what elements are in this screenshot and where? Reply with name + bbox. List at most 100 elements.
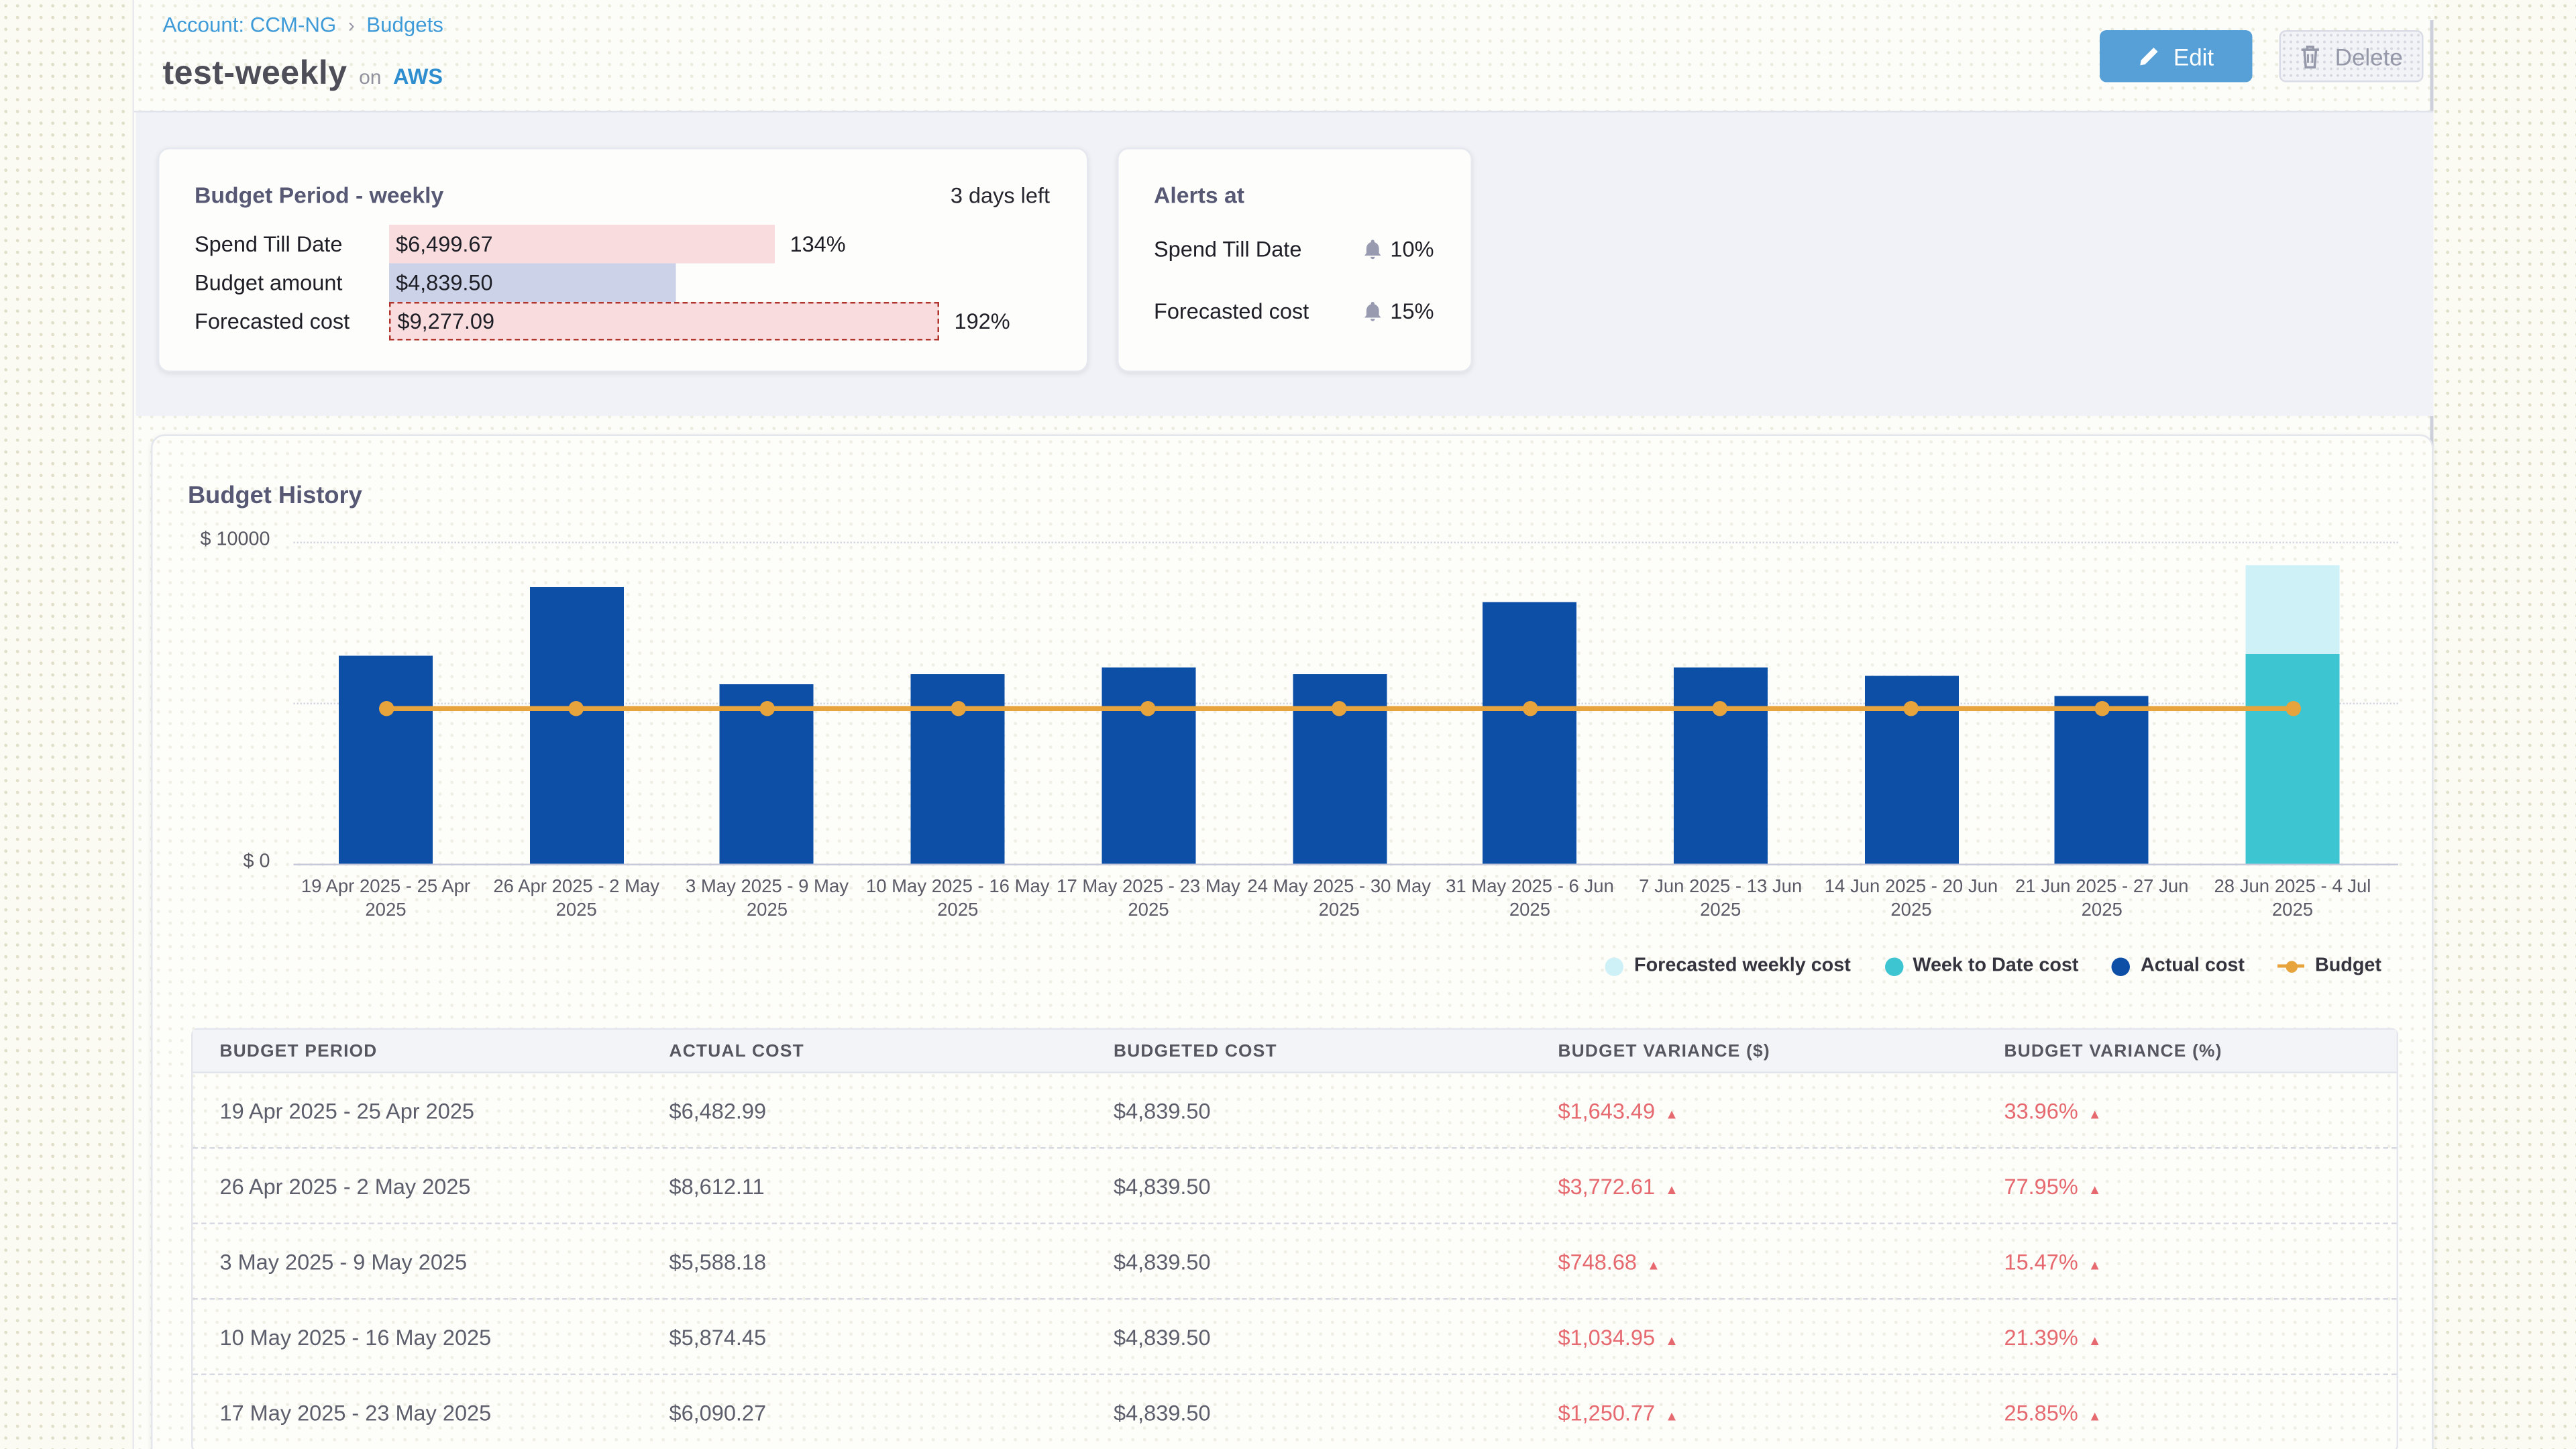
table-row: 17 May 2025 - 23 May 2025$6,090.27$4,839… [193,1375,2397,1449]
x-axis-label: 26 Apr 2025 - 2 May 2025 [478,875,676,922]
cell-budget-variance-pct: 15.47%▲ [1978,1248,2400,1274]
legend-item[interactable]: Week to Date cost [1884,956,2079,976]
cell-budget-period: 10 May 2025 - 16 May 2025 [193,1324,643,1350]
budget-period-row: Spend Till Date$6,499.67134% [160,225,1087,264]
alert-row: Forecasted cost15% [1154,299,1434,324]
week-to-date-cost-bar[interactable] [2246,655,2340,864]
budget-period-row-value: $4,839.50 [389,270,493,296]
budget-period-row-label: Forecasted cost [195,309,350,334]
variance-up-arrow-icon: ▲ [1665,1181,1678,1197]
variance-up-arrow-icon: ▲ [1665,1332,1678,1348]
actual-cost-bar[interactable] [1674,667,1768,863]
x-axis-label: 31 May 2025 - 6 Jun 2025 [1431,875,1629,922]
budget-line-point[interactable] [1522,700,1538,716]
alerts-card: Alerts at Spend Till Date10% Forecasted c… [1117,148,1472,372]
cell-budget-variance-usd: $1,034.95▲ [1532,1324,1978,1350]
x-axis-label: 28 Jun 2025 - 4 Jul 2025 [2194,875,2392,922]
cell-budget-variance-pct: 25.85%▲ [1978,1401,2400,1426]
cell-budget-variance-pct: 33.96%▲ [1978,1097,2400,1123]
content-panel: Account: CCM-NG › Budgets test-weekly on… [133,0,2434,1449]
page: Account: CCM-NG › Budgets test-weekly on… [0,0,2576,1449]
cell-actual-cost: $5,874.45 [643,1324,1087,1350]
x-axis-label: 17 May 2025 - 23 May 2025 [1049,875,1247,922]
budget-period-row-label: Budget amount [195,270,342,296]
budget-history-table: BUDGET PERIODACTUAL COSTBUDGETED COSTBUD… [191,1028,2398,1449]
variance-up-arrow-icon: ▲ [2088,1257,2102,1273]
variance-up-arrow-icon: ▲ [1647,1257,1660,1273]
alert-threshold-value: 15% [1390,299,1434,324]
budget-period-row-bar: $9,277.09 [389,302,939,341]
actual-cost-bar[interactable] [1483,601,1576,863]
summary-band: Budget Period - weekly 3 days left Spend… [136,113,2434,417]
variance-up-arrow-icon: ▲ [1665,1106,1678,1122]
chart-legend: Forecasted weekly cost Week to Date cost A… [1606,956,2381,976]
table-row: 3 May 2025 - 9 May 2025$5,588.18$4,839.5… [193,1224,2397,1300]
table-column-header: BUDGET VARIANCE ($) [1532,1040,1978,1061]
alert-row: Spend Till Date10% [1154,237,1434,262]
budget-line-point[interactable] [1332,700,1347,716]
bell-icon [1363,301,1382,321]
variance-up-arrow-icon: ▲ [2088,1181,2102,1197]
cell-budgeted-cost: $4,839.50 [1087,1248,1532,1274]
breadcrumb-account-link[interactable]: Account: CCM-NG [163,13,337,37]
legend-dot-icon [1606,957,1625,975]
y-axis-label-zero: $ 0 [166,852,270,872]
days-left-label: 3 days left [951,183,1050,209]
edit-button-label: Edit [2174,43,2214,70]
cell-budget-period: 17 May 2025 - 23 May 2025 [193,1401,643,1426]
actual-cost-bar[interactable] [2055,696,2149,864]
legend-label: Week to Date cost [1913,956,2078,976]
budget-period-row: Forecasted cost$9,277.09192% [160,302,1087,341]
budget-line-point[interactable] [759,700,775,716]
table-column-header: BUDGETED COST [1087,1040,1532,1061]
table-column-header: BUDGET PERIOD [193,1040,643,1061]
cell-budgeted-cost: $4,839.50 [1087,1324,1532,1350]
budget-period-row-label: Spend Till Date [195,231,342,257]
actual-cost-bar[interactable] [1102,667,1195,863]
legend-label: Actual cost [2141,956,2245,976]
budget-history-card: Budget History $ 10000 $ 0 19 Apr 2025 - 2… [151,435,2434,1449]
table-row: 19 Apr 2025 - 25 Apr 2025$6,482.99$4,839… [193,1073,2397,1149]
table-column-header: BUDGET VARIANCE (%) [1978,1040,2400,1061]
actual-cost-bar[interactable] [339,655,433,863]
x-axis-label: 14 Jun 2025 - 20 Jun 2025 [1812,875,2010,922]
actual-cost-bar[interactable] [529,586,623,863]
legend-dot-icon [1884,957,1903,975]
alert-row-label: Spend Till Date [1154,237,1301,262]
budget-period-card-title: Budget Period - weekly [195,183,443,209]
x-axis-line [294,864,2399,866]
cell-actual-cost: $8,612.11 [643,1173,1087,1199]
y-axis-label-max: $ 10000 [166,530,270,550]
legend-item[interactable]: Actual cost [2112,956,2245,976]
variance-up-arrow-icon: ▲ [1665,1409,1678,1424]
cell-actual-cost: $6,482.99 [643,1097,1087,1123]
gridline-10000 [294,542,2399,544]
budget-period-row-bar: $4,839.50 [389,264,676,303]
cell-budget-period: 19 Apr 2025 - 25 Apr 2025 [193,1097,643,1123]
budget-line-point[interactable] [2094,700,2110,716]
variance-up-arrow-icon: ▲ [2088,1106,2102,1122]
breadcrumb-chevron-icon: › [348,13,355,37]
cell-budget-variance-usd: $3,772.61▲ [1532,1173,1978,1199]
alerts-card-title: Alerts at [1154,183,1244,209]
table-body: 19 Apr 2025 - 25 Apr 2025$6,482.99 $4,839… [193,1073,2397,1449]
budget-period-row: Budget amount $4,839.50 [160,264,1087,303]
legend-item[interactable]: Budget [2278,956,2381,976]
budget-period-row-percent: 134% [790,231,846,257]
breadcrumb: Account: CCM-NG › Budgets [163,13,443,37]
table-row: 26 Apr 2025 - 2 May 2025$8,612.11$4,839.… [193,1149,2397,1225]
legend-item[interactable]: Forecasted weekly cost [1606,956,1851,976]
title-row: test-weekly on AWS [163,56,443,95]
delete-button[interactable]: Delete [2279,30,2424,83]
pencil-icon [2138,46,2160,68]
delete-button-label: Delete [2335,43,2403,70]
budget-period-row-value: $9,277.09 [391,309,495,334]
breadcrumb-budgets-link[interactable]: Budgets [366,13,443,37]
budget-history-title: Budget History [188,483,362,510]
x-axis-label: 19 Apr 2025 - 25 Apr 2025 [287,875,485,922]
budget-line-point[interactable] [950,700,965,716]
budget-line-legend-icon [2278,964,2305,968]
bell-icon [1363,239,1382,259]
cell-actual-cost: $5,588.18 [643,1248,1087,1274]
edit-button[interactable]: Edit [2100,30,2253,83]
